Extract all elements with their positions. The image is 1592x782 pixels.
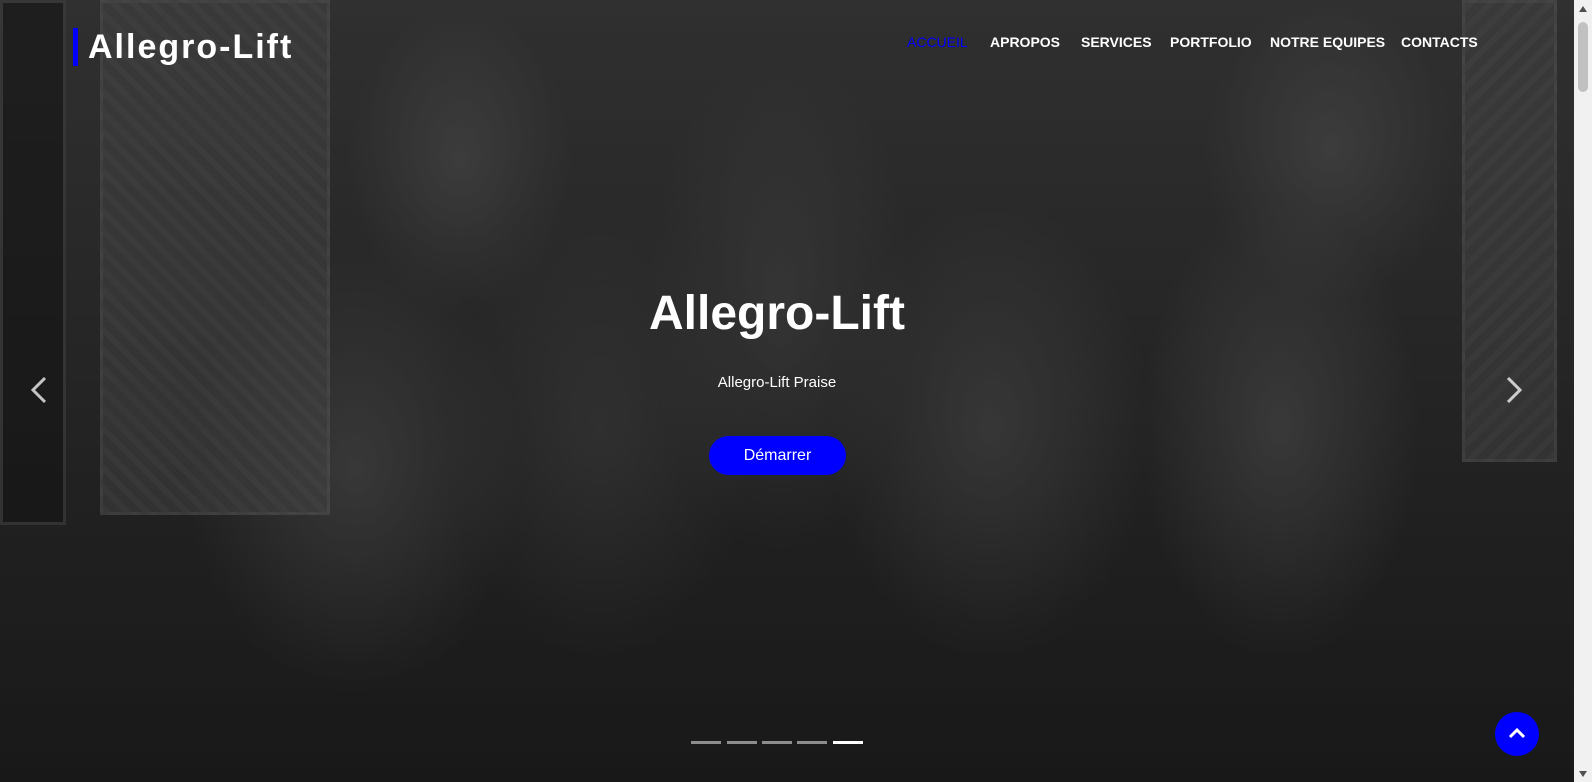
nav-item-services[interactable]: SERVICES: [1081, 33, 1152, 51]
chevron-right-icon: [1506, 376, 1523, 404]
chevron-left-icon: [30, 376, 47, 404]
page-scrollbar[interactable]: [1574, 0, 1592, 782]
scroll-down-arrow-icon[interactable]: [1574, 765, 1592, 782]
brand-logo[interactable]: Allegro-Lift: [73, 28, 293, 66]
carousel-indicator-5[interactable]: [833, 741, 863, 744]
carousel-next-button[interactable]: [1502, 372, 1526, 408]
nav-item-accueil[interactable]: ACCUEIL: [907, 33, 968, 51]
carousel-indicator-1[interactable]: [691, 741, 721, 744]
start-button[interactable]: Démarrer: [709, 436, 846, 475]
back-to-top-button[interactable]: [1495, 712, 1539, 756]
nav-item-contacts[interactable]: CONTACTS: [1401, 33, 1478, 51]
page: Allegro-Lift ACCUEIL APROPOS SERVICES PO…: [0, 0, 1592, 782]
slide-title: Allegro-Lift: [649, 287, 905, 340]
scrollbar-thumb[interactable]: [1578, 22, 1588, 92]
carousel-indicators: [691, 741, 866, 745]
scroll-up-arrow-icon[interactable]: [1574, 0, 1592, 17]
carousel-indicator-4[interactable]: [797, 741, 827, 744]
main-nav: ACCUEIL APROPOS SERVICES PORTFOLIO NOTRE…: [900, 33, 1480, 51]
nav-item-apropos[interactable]: APROPOS: [990, 33, 1060, 51]
carousel-indicator-2[interactable]: [727, 741, 757, 744]
nav-item-notre-equipes[interactable]: NOTRE EQUIPES: [1270, 33, 1385, 51]
chevron-up-icon: [1508, 727, 1526, 739]
carousel-prev-button[interactable]: [27, 372, 51, 408]
nav-item-portfolio[interactable]: PORTFOLIO: [1170, 33, 1252, 51]
carousel-indicator-3[interactable]: [762, 741, 792, 744]
slide-subtitle: Allegro-Lift Praise: [717, 374, 837, 391]
